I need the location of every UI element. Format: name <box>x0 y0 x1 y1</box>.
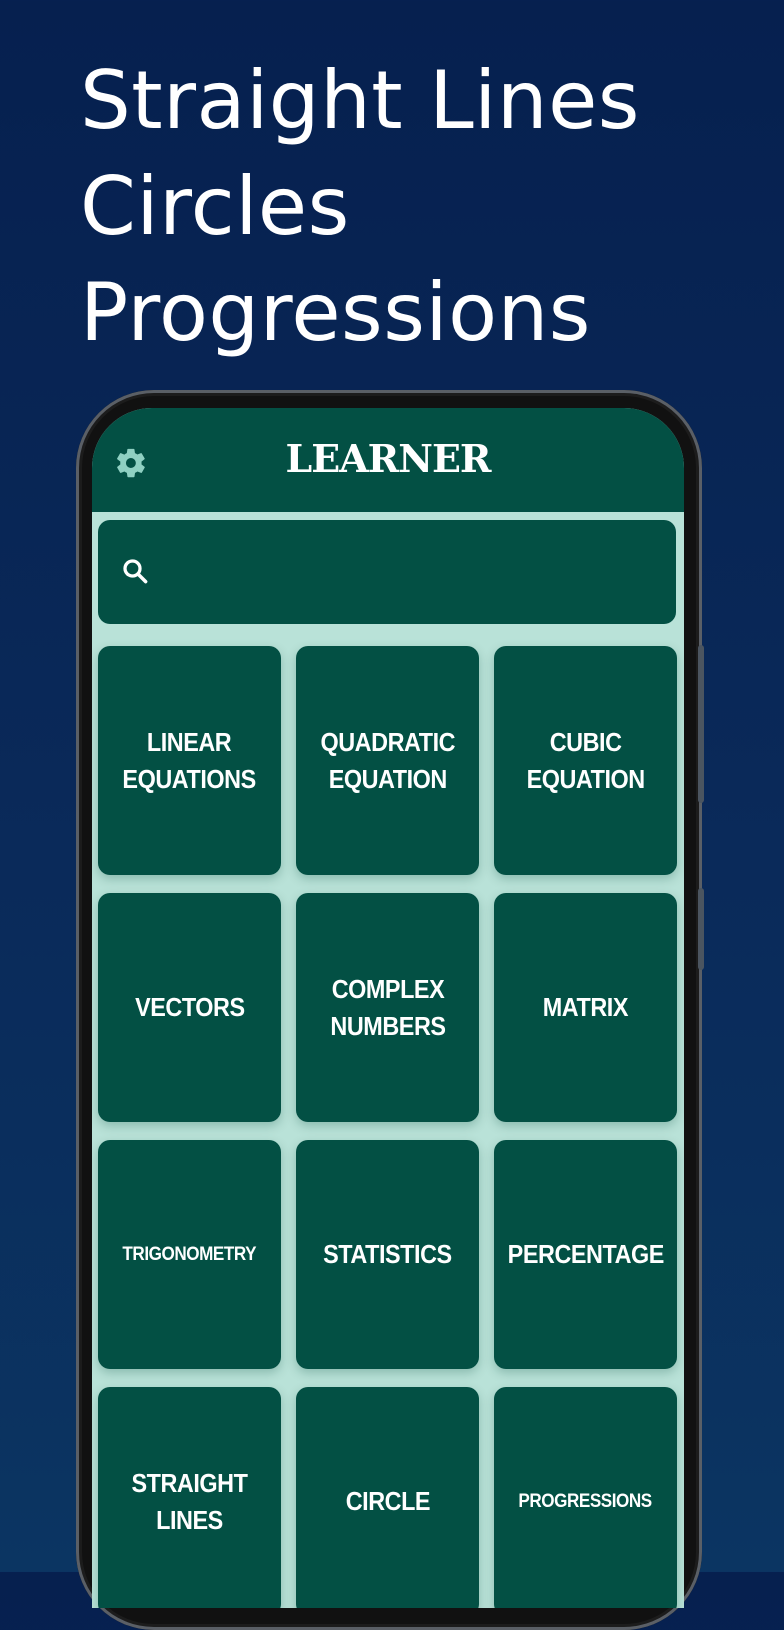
topic-label: STATISTICS <box>323 1239 452 1269</box>
topic-label: QUADRATIC EQUATION <box>320 726 455 794</box>
topic-label: VECTORS <box>134 992 245 1022</box>
app-bar: LEARNER <box>92 408 684 512</box>
topic-label: MATRIX <box>542 992 629 1022</box>
topic-label: LINEAR EQUATIONS <box>122 726 257 794</box>
topic-label: PERCENTAGE <box>507 1239 664 1269</box>
topic-label: TRIGONOMETRY <box>122 1244 257 1265</box>
topic-label: STRAIGHT LINES <box>131 1467 248 1535</box>
topic-tile[interactable]: PROGRESSIONS <box>494 1387 677 1608</box>
topic-label: CIRCLE <box>345 1486 430 1516</box>
search-icon <box>123 559 148 584</box>
headline-line: Progressions <box>80 266 591 359</box>
topic-tile[interactable]: CIRCLE <box>296 1387 479 1608</box>
topic-tile[interactable]: TRIGONOMETRY <box>98 1140 281 1369</box>
search-bar[interactable] <box>98 520 676 624</box>
app-screen: LEARNER LINEAR EQUATIONS QUADRATIC EQUAT… <box>92 408 684 1608</box>
topic-tile[interactable]: COMPLEX NUMBERS <box>296 893 479 1122</box>
topic-tile[interactable]: LINEAR EQUATIONS <box>98 646 281 875</box>
topic-tile[interactable]: CUBIC EQUATION <box>494 646 677 875</box>
app-title: LEARNER <box>285 436 491 481</box>
topic-grid: LINEAR EQUATIONS QUADRATIC EQUATION CUBI… <box>98 646 677 1608</box>
phone-side-button <box>698 888 704 970</box>
topic-tile[interactable]: QUADRATIC EQUATION <box>296 646 479 875</box>
headline-line: Circles <box>80 160 350 253</box>
search-input[interactable] <box>162 550 656 596</box>
topic-label: PROGRESSIONS <box>518 1491 653 1512</box>
promo-headline: Straight Lines Circles Progressions <box>80 48 640 366</box>
topic-label: COMPLEX NUMBERS <box>329 973 446 1041</box>
topic-tile[interactable]: VECTORS <box>98 893 281 1122</box>
topic-tile[interactable]: STATISTICS <box>296 1140 479 1369</box>
topic-label: CUBIC EQUATION <box>526 726 645 794</box>
topic-tile[interactable]: PERCENTAGE <box>494 1140 677 1369</box>
topic-tile[interactable]: MATRIX <box>494 893 677 1122</box>
phone-side-button <box>698 645 704 803</box>
headline-line: Straight Lines <box>80 54 640 147</box>
topic-tile[interactable]: STRAIGHT LINES <box>98 1387 281 1608</box>
